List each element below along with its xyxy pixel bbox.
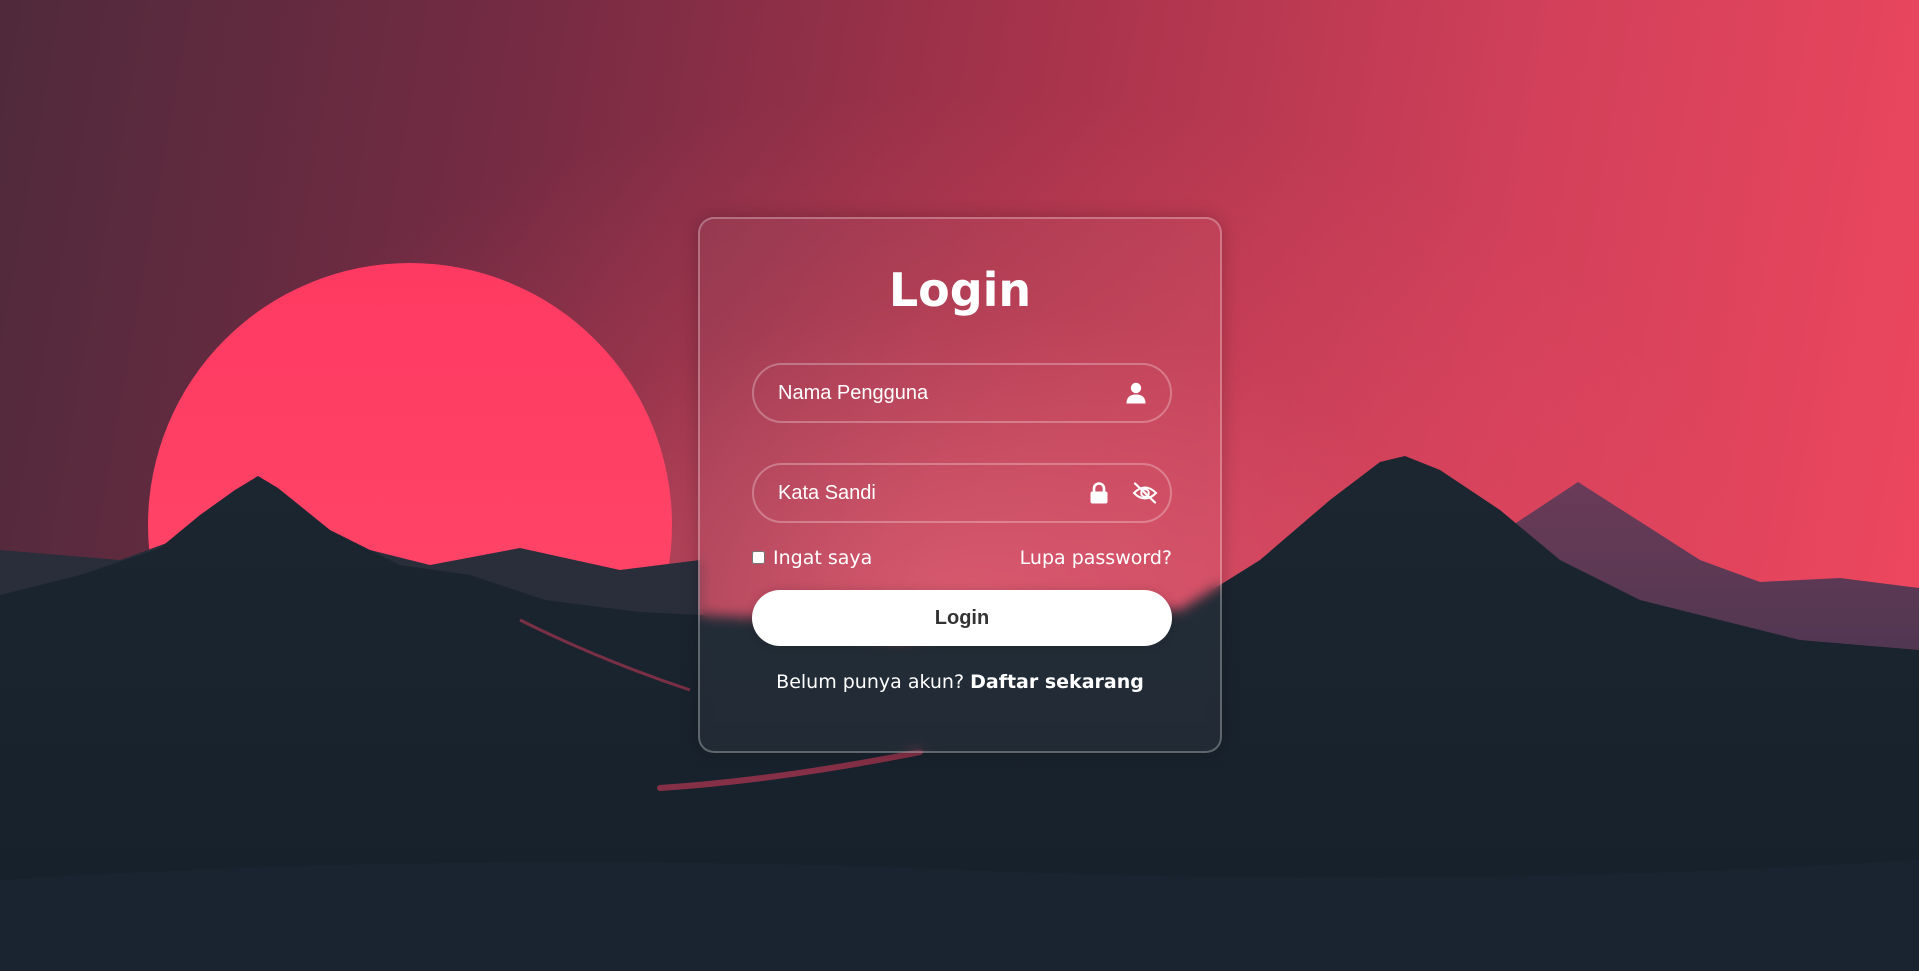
register-prompt: Belum punya akun? Daftar sekarang <box>700 671 1220 693</box>
username-input[interactable] <box>754 365 1170 421</box>
lock-icon <box>1090 482 1108 504</box>
user-icon <box>1126 382 1146 404</box>
register-link[interactable]: Daftar sekarang <box>970 671 1144 693</box>
password-field <box>752 463 1172 523</box>
remember-me-label: Ingat saya <box>773 547 873 569</box>
remember-forgot-row: Ingat saya Lupa password? <box>752 545 1172 571</box>
eye-slash-icon[interactable] <box>1132 482 1158 504</box>
foreground-dune-shape <box>0 860 1919 971</box>
no-account-text: Belum punya akun? <box>776 671 965 693</box>
remember-me-option[interactable]: Ingat saya <box>752 547 872 569</box>
login-page: Login Nama Pengguna Ingat saya Lupa pass… <box>0 0 1919 971</box>
login-button[interactable]: Login <box>752 590 1172 646</box>
remember-me-checkbox[interactable] <box>752 550 765 564</box>
username-field <box>752 363 1172 423</box>
login-card: Login Nama Pengguna Ingat saya Lupa pass… <box>698 217 1222 753</box>
login-title: Login <box>888 263 1032 317</box>
forgot-password-link[interactable]: Lupa password? <box>1020 547 1172 569</box>
